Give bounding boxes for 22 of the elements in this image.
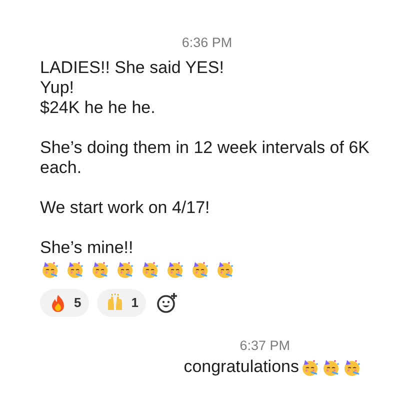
party-face-icon bbox=[321, 357, 341, 377]
reaction-button[interactable]: 5 bbox=[40, 289, 90, 317]
message-text: congratulations bbox=[184, 357, 299, 377]
party-face-icon bbox=[40, 259, 60, 279]
message-text: LADIES!! She said YES! bbox=[40, 58, 225, 78]
party-face-icon bbox=[90, 259, 110, 279]
party-face-icon bbox=[115, 259, 135, 279]
message-text: Yup! bbox=[40, 78, 76, 98]
party-face-icon bbox=[65, 259, 85, 279]
party-face-icon bbox=[190, 259, 210, 279]
timestamp: 6:37 PM bbox=[240, 337, 290, 355]
party-face-icon bbox=[165, 259, 185, 279]
message-text: She’s mine!! bbox=[40, 238, 134, 258]
party-face-icon bbox=[342, 357, 362, 377]
timestamp: 6:36 PM bbox=[180, 34, 234, 52]
reaction-button[interactable]: 1 bbox=[97, 289, 146, 317]
message-text: We start work on 4/17! bbox=[40, 198, 211, 218]
party-face-icon bbox=[140, 259, 160, 279]
party-face-icon bbox=[215, 259, 235, 279]
message-text: $24K he he he. bbox=[40, 98, 156, 118]
message-text: She’s doing them in 12 week intervals of 6K each. bbox=[40, 138, 370, 178]
party-face-icon bbox=[300, 357, 320, 377]
